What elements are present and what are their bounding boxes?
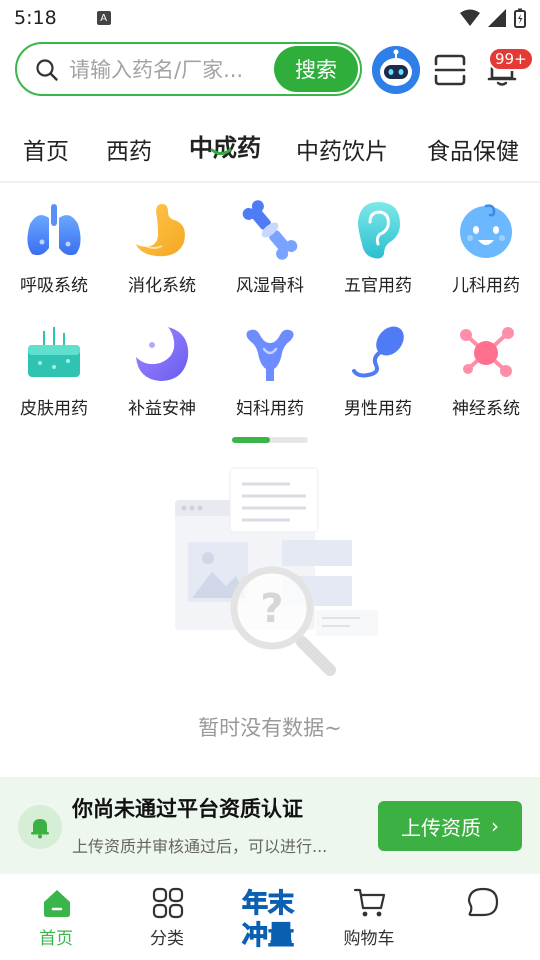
moon-icon: [136, 327, 189, 381]
sperm-icon: [352, 326, 404, 378]
status-time: 5:18: [14, 7, 57, 29]
cart-icon: [353, 888, 386, 917]
stomach-icon: [136, 204, 185, 257]
scan-icon[interactable]: [432, 52, 468, 88]
tabs-divider: [0, 181, 540, 183]
active-tab-indicator: [210, 148, 232, 155]
notice-bell-icon: [18, 805, 62, 849]
baby-face-icon: [460, 204, 512, 258]
nav-category[interactable]: 分类: [113, 874, 221, 960]
nav-category-label: 分类: [150, 929, 184, 949]
category-dermatology[interactable]: 皮肤用药: [0, 323, 108, 433]
qualification-notice: 你尚未通过平台资质认证 上传资质并审核通过后，可以进行... 上传资质 ›: [0, 777, 540, 874]
nav-home-label: 首页: [39, 929, 73, 949]
empty-data-illustration: ?: [175, 467, 378, 676]
notification-app-icon: A: [96, 11, 111, 25]
promo-line1: 年末: [242, 888, 295, 919]
category-nervous-system[interactable]: 神经系统: [432, 323, 540, 433]
grid-icon: [152, 887, 184, 919]
category-label: 呼吸系统: [20, 276, 88, 296]
search-icon: [36, 59, 58, 81]
category-label: 五官用药: [344, 276, 412, 296]
year-end-promo-icon[interactable]: 年末 冲量: [230, 880, 306, 956]
svg-text:?: ?: [260, 586, 283, 632]
upload-button-label: 上传资质: [401, 815, 481, 840]
chevron-right-icon: ›: [491, 814, 499, 838]
skin-icon: [28, 327, 80, 377]
tab-food-health[interactable]: 食品保健: [427, 132, 519, 166]
category-label: 妇科用药: [236, 399, 304, 419]
home-icon: [44, 890, 70, 917]
nav-cart[interactable]: 购物车: [315, 874, 423, 960]
category-label: 皮肤用药: [20, 399, 88, 419]
tab-western-medicine[interactable]: 西药: [106, 132, 152, 166]
category-label: 风湿骨科: [236, 276, 304, 296]
bone-joint-icon: [242, 200, 298, 260]
ai-assistant-robot-icon[interactable]: [372, 46, 420, 94]
category-digestive[interactable]: 消化系统: [108, 200, 216, 310]
upload-qualification-button[interactable]: 上传资质 ›: [378, 801, 522, 851]
lungs-icon: [27, 204, 81, 256]
category-label: 补益安神: [128, 399, 196, 419]
category-tonic-sedative[interactable]: 补益安神: [108, 323, 216, 433]
signal-icon: [488, 9, 506, 27]
category-label: 儿科用药: [452, 276, 520, 296]
empty-state-text: 暂时没有数据~: [198, 716, 342, 740]
tab-chinese-patent-medicine[interactable]: 中成药: [189, 128, 261, 163]
category-mens-health[interactable]: 男性用药: [324, 323, 432, 433]
notice-subtitle: 上传资质并审核通过后，可以进行...: [72, 837, 328, 856]
nav-cart-label: 购物车: [343, 929, 395, 949]
uterus-icon: [246, 329, 294, 381]
header: 搜索 99+: [0, 40, 540, 100]
neuron-icon: [460, 327, 514, 377]
category-label: 消化系统: [128, 276, 196, 296]
category-respiratory[interactable]: 呼吸系统: [0, 200, 108, 310]
category-scroll-indicator: [232, 437, 308, 443]
search-input[interactable]: [69, 56, 269, 84]
ear-icon: [358, 202, 400, 259]
status-bar: 5:18 A: [0, 0, 540, 36]
notice-title: 你尚未通过平台资质认证: [72, 797, 303, 821]
wifi-icon: [460, 9, 480, 26]
category-scroll-thumb: [232, 437, 270, 443]
category-tabs: 首页 西药 中成药 中药饮片 食品保健: [0, 120, 540, 182]
category-label: 男性用药: [344, 399, 412, 419]
category-ent[interactable]: 五官用药: [324, 200, 432, 310]
search-box[interactable]: 搜索: [15, 42, 362, 96]
category-pediatrics[interactable]: 儿科用药: [432, 200, 540, 310]
bottom-navigation: 首页 分类 年末 冲量 购物车: [0, 874, 540, 960]
tab-chinese-herbal-pieces[interactable]: 中药饮片: [296, 132, 388, 166]
category-rheumatology-orthopedics[interactable]: 风湿骨科: [216, 200, 324, 310]
notification-badge: 99+: [488, 47, 534, 71]
status-icons: [460, 8, 526, 28]
chat-bubble-icon: [467, 887, 499, 917]
search-button[interactable]: 搜索: [274, 46, 358, 92]
category-gynecology[interactable]: 妇科用药: [216, 323, 324, 433]
nav-home[interactable]: 首页: [2, 874, 110, 960]
tab-home[interactable]: 首页: [23, 132, 69, 166]
nav-message[interactable]: [428, 874, 536, 960]
battery-icon: [514, 8, 526, 28]
promo-line2: 冲量: [242, 921, 294, 951]
category-label: 神经系统: [452, 399, 520, 419]
app-screen: 5:18 A 搜索: [0, 0, 540, 960]
